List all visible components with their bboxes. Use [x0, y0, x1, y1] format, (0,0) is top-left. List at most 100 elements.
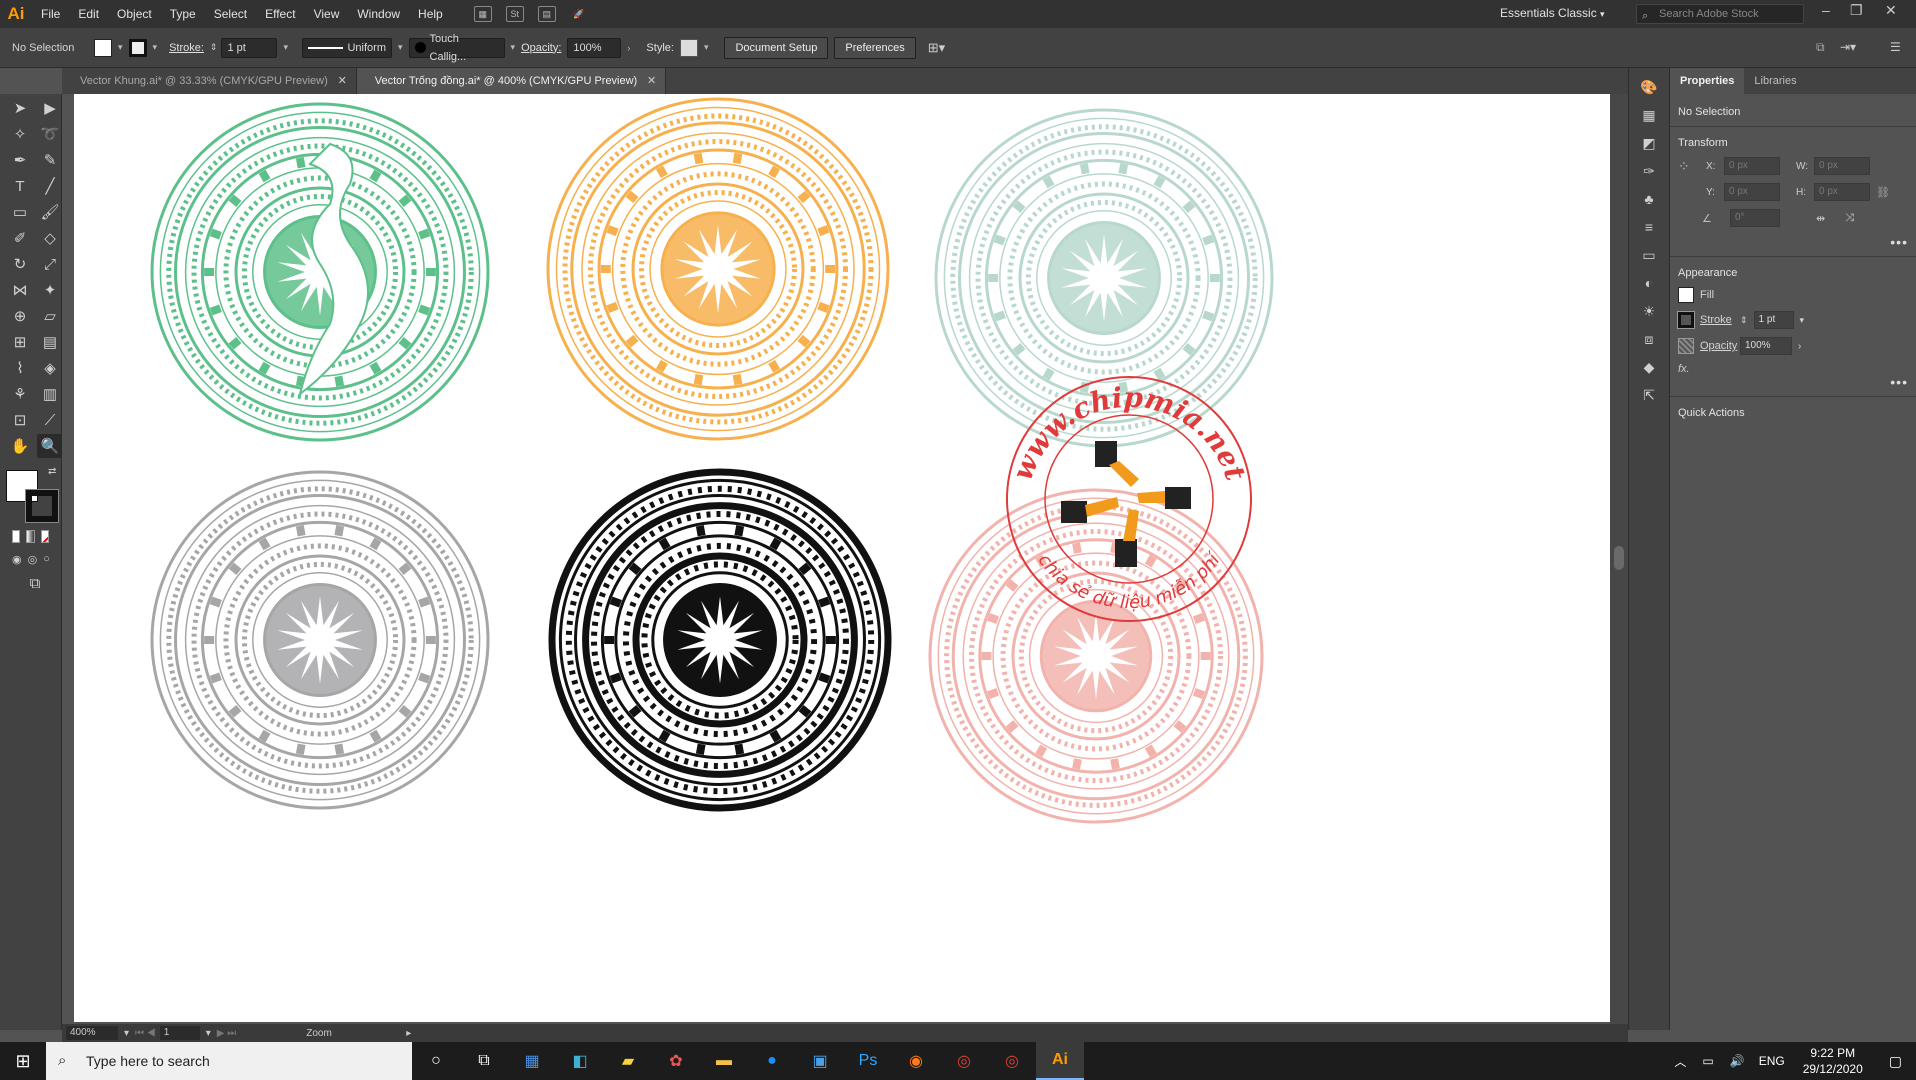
notifications-icon[interactable]: ▢ — [1889, 1053, 1902, 1070]
color-panel-icon[interactable]: 🎨 — [1638, 76, 1660, 98]
symbol-sprayer-tool-icon[interactable]: ⚘ — [7, 382, 33, 406]
chevron-down-icon[interactable]: ▾ — [398, 42, 403, 53]
color-guide-icon[interactable]: ▦ — [1638, 104, 1660, 126]
w-field[interactable]: 0 px — [1814, 157, 1870, 175]
transform-icon[interactable]: ⇥▾ — [1840, 40, 1856, 54]
mesh-tool-icon[interactable]: ⊞ — [7, 330, 33, 354]
photoshop-icon[interactable]: Ps — [844, 1042, 892, 1080]
calculator-icon[interactable]: ▦ — [508, 1042, 556, 1080]
photos-icon[interactable]: ▣ — [796, 1042, 844, 1080]
arrange-documents-icon[interactable]: ⊞▾ — [928, 40, 945, 56]
file-explorer-icon[interactable]: ▬ — [700, 1042, 748, 1080]
close-icon[interactable]: ✕ — [1885, 2, 1897, 19]
zoom-tool-icon[interactable]: 🔍 — [37, 434, 63, 458]
clock[interactable]: 9:22 PM 29/12/2020 — [1803, 1045, 1863, 1077]
stroke-label[interactable]: Stroke: — [169, 42, 204, 54]
layers-icon[interactable]: ◆ — [1638, 356, 1660, 378]
menu-select[interactable]: Select — [205, 0, 256, 28]
brushes-icon[interactable]: ✑ — [1638, 160, 1660, 182]
stroke-swatch[interactable] — [128, 38, 147, 57]
restore-icon[interactable]: ❐ — [1850, 2, 1863, 19]
cortana-icon[interactable]: ○ — [412, 1042, 460, 1080]
minimize-icon[interactable]: – — [1822, 2, 1830, 18]
shaper-tool-icon[interactable]: ✐ — [7, 226, 33, 250]
lasso-tool-icon[interactable]: ➰ — [37, 122, 63, 146]
artboard-tool-icon[interactable]: ⊡ — [7, 408, 33, 432]
workspace-switcher[interactable]: Essentials Classic ▾ — [1500, 6, 1605, 20]
language-indicator[interactable]: ENG — [1759, 1054, 1785, 1068]
appearance-fill-swatch[interactable] — [1678, 287, 1694, 303]
scrollbar-thumb[interactable] — [1614, 546, 1624, 570]
bridge-icon[interactable]: ▦ — [473, 6, 492, 22]
chevron-down-icon[interactable]: ▾ — [153, 42, 158, 53]
screen-mode-icon[interactable]: ⧉ — [22, 571, 48, 595]
stroke-panel-icon[interactable]: ≡ — [1638, 216, 1660, 238]
opacity-field[interactable]: 100% — [567, 37, 622, 58]
vertical-scrollbar[interactable] — [1610, 94, 1628, 1030]
more-options-icon[interactable]: ••• — [1890, 374, 1908, 390]
zalo-icon[interactable]: ● — [748, 1042, 796, 1080]
paintbrush-tool-icon[interactable]: 🖌 — [37, 200, 63, 224]
fx-button[interactable]: fx. — [1678, 363, 1690, 375]
gradient-panel-icon[interactable]: ▭ — [1638, 244, 1660, 266]
column-graph-tool-icon[interactable]: ▥ — [37, 382, 63, 406]
menu-file[interactable]: File — [32, 0, 69, 28]
stroke-color-box[interactable] — [25, 489, 59, 523]
export-icon[interactable]: ⇱ — [1638, 384, 1660, 406]
stock-icon[interactable]: St — [505, 6, 524, 22]
fill-swatch[interactable] — [94, 38, 112, 57]
menu-type[interactable]: Type — [161, 0, 205, 28]
eraser-tool-icon[interactable]: ◇ — [37, 226, 63, 250]
volume-icon[interactable]: 🔊 — [1730, 1054, 1745, 1068]
app-icon[interactable]: ✿ — [652, 1042, 700, 1080]
status-menu-icon[interactable]: ▸ — [406, 1028, 411, 1039]
h-field[interactable]: 0 px — [1814, 183, 1870, 201]
graphic-styles-icon[interactable]: ⧈ — [1638, 328, 1660, 350]
app-icon[interactable]: ◧ — [556, 1042, 604, 1080]
opacity-field[interactable]: 100% — [1740, 337, 1792, 355]
windows-start-icon[interactable]: ⊞ — [0, 1042, 46, 1080]
menu-help[interactable]: Help — [409, 0, 452, 28]
artboard[interactable]: www.chipmia.net chia sẻ dữ liệu miễn phí — [74, 94, 1610, 1022]
menu-object[interactable]: Object — [108, 0, 161, 28]
stock-search-input[interactable]: ⌕ Search Adobe Stock — [1636, 4, 1804, 24]
reference-point-icon[interactable]: ⁘ — [1678, 158, 1700, 175]
chevron-down-icon[interactable]: ▾ — [1800, 315, 1805, 326]
hand-tool-icon[interactable]: ✋ — [7, 434, 33, 458]
close-icon[interactable]: ✕ — [647, 68, 656, 94]
line-tool-icon[interactable]: ╱ — [37, 174, 63, 198]
flip-vertical-icon[interactable]: ⤨ — [1845, 212, 1854, 225]
rectangle-tool-icon[interactable]: ▭ — [7, 200, 33, 224]
graphic-style-swatch[interactable] — [679, 38, 698, 57]
tab-libraries[interactable]: Libraries — [1744, 68, 1806, 94]
illustrator-icon[interactable]: Ai — [1036, 1042, 1084, 1080]
appearance-panel-icon[interactable]: ☀ — [1638, 300, 1660, 322]
document-setup-button[interactable]: Document Setup — [724, 36, 829, 59]
blend-tool-icon[interactable]: ◈ — [37, 356, 63, 380]
tab-vector-khung[interactable]: Vector Khung.ai* @ 33.33% (CMYK/GPU Prev… — [62, 68, 357, 94]
black-drum[interactable] — [548, 468, 892, 812]
chevron-down-icon[interactable]: ▾ — [118, 42, 123, 53]
menu-view[interactable]: View — [305, 0, 349, 28]
align-icon[interactable]: ⧉ — [1816, 40, 1825, 55]
network-icon[interactable]: ▭ — [1702, 1054, 1713, 1068]
tray-chevron-icon[interactable]: ︿ — [1674, 1053, 1686, 1070]
green-drum[interactable] — [150, 102, 490, 442]
canvas-area[interactable]: www.chipmia.net chia sẻ dữ liệu miễn phí — [62, 94, 1628, 1024]
symbols-icon[interactable]: ♣ — [1638, 188, 1660, 210]
appearance-stroke-swatch[interactable] — [1677, 311, 1695, 329]
curvature-tool-icon[interactable]: ✎ — [37, 148, 63, 172]
perspective-grid-tool-icon[interactable]: ▱ — [37, 304, 63, 328]
zoom-field[interactable]: 400% — [66, 1026, 118, 1040]
menu-effect[interactable]: Effect — [256, 0, 304, 28]
chevron-down-icon[interactable]: ▾ — [124, 1028, 129, 1039]
arrange-icon[interactable]: ▤ — [537, 6, 556, 22]
stroke-label[interactable]: Stroke — [1700, 314, 1734, 326]
menu-window[interactable]: Window — [348, 0, 409, 28]
draw-normal-icon[interactable]: ◉ — [12, 551, 22, 567]
direct-selection-tool-icon[interactable]: ▶ — [37, 96, 63, 120]
stroke-weight-field[interactable]: 1 pt — [221, 37, 278, 58]
opacity-label[interactable]: Opacity: — [521, 42, 561, 54]
swap-icon[interactable]: ⇄ — [48, 466, 56, 477]
puppet-warp-tool-icon[interactable]: ✦ — [37, 278, 63, 302]
